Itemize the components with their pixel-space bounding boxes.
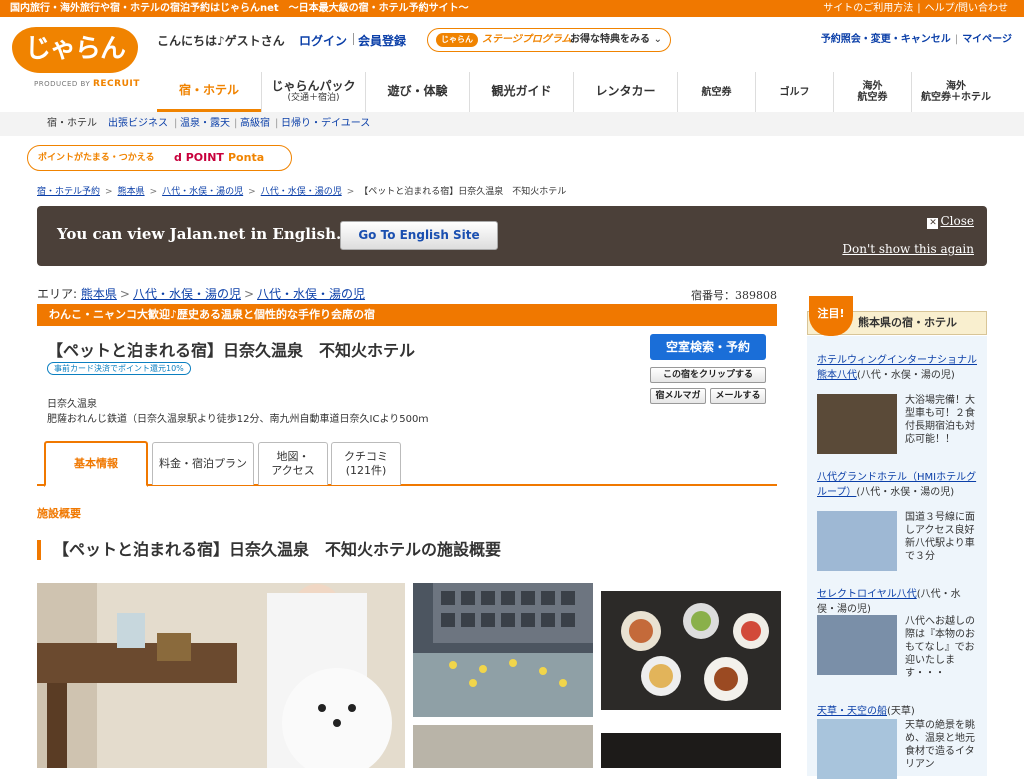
area-link[interactable]: 熊本県 [81, 287, 117, 301]
stage-program-label: ステージプログラム [482, 34, 572, 45]
top-links: サイトのご利用方法 | ヘルプ/問い合わせ [819, 0, 1012, 17]
mailmag-button[interactable]: 宿メルマガ [650, 388, 706, 404]
nav-air[interactable]: 航空券 [677, 72, 755, 112]
breadcrumb: 宿・ホテル予約 > 熊本県 > 八代・水俣・湯の児 > 八代・水俣・湯の児 > 【ペットと泊まれ… [37, 187, 567, 197]
bath-photo-illustration [413, 583, 593, 717]
hotel-number: 宿番号：389808 [691, 289, 777, 302]
onsen-name: 日奈久温泉 [47, 399, 97, 410]
subnav-luxury[interactable]: 高級宿 [240, 112, 270, 136]
points-banner[interactable]: ポイントがたまる・つかえる d POINT Ponta [27, 145, 292, 171]
nav-rentacar[interactable]: レンタカー [573, 72, 677, 112]
subnav-onsen[interactable]: 温泉・露天 [180, 112, 230, 136]
photo-meal[interactable] [601, 591, 781, 710]
site-tagline: 国内旅行・海外旅行や宿・ホテルの宿泊予約はじゃらんnet 〜日本最大級の宿・ホテ… [10, 3, 469, 14]
list-item: 天草・天空の船(天草) 天草の絶景を眺め、温泉と地元食材で造るイタリアン [817, 702, 979, 779]
breadcrumb-link[interactable]: 宿・ホテル予約 [37, 187, 100, 197]
close-icon: ✕ [927, 218, 939, 229]
nav-package[interactable]: じゃらんパック (交通＋宿泊) [261, 72, 365, 112]
greeting: こんにちは♪ゲストさん [157, 34, 285, 48]
nav-hotel[interactable]: 宿・ホテル [157, 72, 261, 112]
attention-badge: 注目! [809, 296, 853, 336]
sidebar-list: ホテルウィングインターナショナル熊本八代(八代・水俣・湯の児) 大浴場完備！大型… [807, 336, 987, 779]
nav-overseas-package[interactable]: 海外 航空券＋ホテル [911, 72, 1000, 112]
nav-overseas-air[interactable]: 海外 航空券 [833, 72, 911, 112]
breadcrumb-link[interactable]: 八代・水俣・湯の児 [261, 187, 342, 197]
register-link[interactable]: 会員登録 [358, 32, 406, 49]
area-link[interactable]: 八代・水俣・湯の児 [257, 287, 365, 301]
chevron-down-icon: ⌄ [653, 34, 662, 45]
nav-guide[interactable]: 観光ガイド [469, 72, 573, 112]
nav-golf[interactable]: ゴルフ [755, 72, 833, 112]
help-link[interactable]: ヘルプ/問い合わせ [921, 3, 1012, 14]
subnav-hotel[interactable]: 宿・ホテル [47, 112, 97, 136]
area-link[interactable]: 八代・水俣・湯の児 [133, 287, 241, 301]
main-photo-dog-room[interactable] [37, 583, 405, 768]
jalan-tag-icon: じゃらん [436, 33, 478, 47]
area-breadcrumb: エリア: 熊本県 > 八代・水俣・湯の児 > 八代・水俣・湯の児 [37, 287, 366, 301]
clip-button[interactable]: この宿をクリップする [650, 367, 766, 383]
hotel-catchcopy: わんこ・ニャンコ大歓迎♪歴史ある温泉と個性的な手作り会席の宿 [37, 304, 777, 326]
jalan-logo[interactable]: じゃらん [12, 27, 138, 73]
subnav-business[interactable]: 出張ビジネス [108, 112, 168, 136]
hotel-thumbnail[interactable] [817, 394, 897, 454]
close-banner-link[interactable]: ✕ Close [927, 214, 974, 229]
section-title: 【ペットと泊まれる宿】日奈久温泉 不知火ホテルの施設概要 [37, 540, 501, 560]
nav-activity[interactable]: 遊び・体験 [365, 72, 469, 112]
tab-plans[interactable]: 料金・宿泊プラン [152, 442, 254, 485]
vacancy-search-button[interactable]: 空室検索・予約 [650, 334, 766, 360]
hotel-name: 【ペットと泊まれる宿】日奈久温泉 不知火ホテル [47, 341, 416, 360]
list-item: 八代グランドホテル（HMIホテルグループ）(八代・水俣・湯の児) 国道３号線に面… [817, 468, 985, 571]
hotel-thumbnail[interactable] [817, 615, 897, 675]
photo-night[interactable] [601, 733, 781, 768]
hotel-link[interactable]: セレクトロイヤル八代 [817, 589, 917, 600]
photo-bath[interactable] [413, 583, 593, 717]
meal-photo-illustration [601, 591, 781, 710]
card-payment-badge: 事前カード決済でポイント還元10% [47, 362, 191, 375]
breadcrumb-link[interactable]: 熊本県 [118, 187, 145, 197]
stage-benefit-label: お得な特典をみる [570, 34, 650, 45]
subnav-dayuse[interactable]: 日帰り・デイユース [281, 112, 370, 136]
reservation-lookup-link[interactable]: 予約照会・変更・キャンセル [821, 34, 951, 45]
global-nav: 宿・ホテル じゃらんパック (交通＋宿泊) 遊び・体験 観光ガイド レンタカー 航… [157, 72, 1000, 112]
tab-basic-info[interactable]: 基本情報 [44, 441, 148, 487]
hotel-thumbnail[interactable] [817, 511, 897, 571]
english-banner: You can view Jalan.net in English. Go To… [37, 206, 987, 266]
top-bar: 国内旅行・海外旅行や宿・ホテルの宿泊予約はじゃらんnet 〜日本最大級の宿・ホテ… [0, 0, 1024, 17]
featured-sidebar: 熊本県の宿・ホテル 注目! ホテルウィングインターナショナル熊本八代(八代・水俣… [807, 296, 987, 779]
dog-photo-illustration [37, 583, 405, 768]
photo-room[interactable] [413, 725, 593, 768]
list-item: ホテルウィングインターナショナル熊本八代(八代・水俣・湯の児) 大浴場完備！大型… [817, 351, 979, 454]
section-label: 施設概要 [37, 507, 81, 520]
mypage-link[interactable]: マイページ [962, 34, 1012, 45]
hotel-thumbnail[interactable] [817, 719, 897, 779]
produced-by: PRODUCED BY RECRUIT [34, 79, 140, 89]
english-message: You can view Jalan.net in English. [57, 225, 342, 243]
how-to-use-link[interactable]: サイトのご利用方法 [819, 3, 917, 14]
dpoint-logo: d POINT [174, 151, 224, 164]
tab-map-access[interactable]: 地図・ アクセス [258, 442, 328, 485]
recruit-logo: RECRUIT [92, 79, 140, 89]
breadcrumb-link[interactable]: 八代・水俣・湯の児 [162, 187, 243, 197]
list-item: セレクトロイヤル八代(八代・水俣・湯の児) 八代へお越しの際は『本物のおもてなし… [817, 589, 975, 679]
hotel-link[interactable]: 天草・天空の船 [817, 706, 887, 717]
login-link[interactable]: ログイン [299, 32, 347, 49]
tab-reviews[interactable]: クチコミ (121件) [331, 442, 401, 485]
breadcrumb-current: 【ペットと泊まれる宿】日奈久温泉 不知火ホテル [359, 187, 567, 197]
sub-nav: 宿・ホテル 出張ビジネス | 温泉・露天 | 高級宿 | 日帰り・デイユース [0, 112, 1024, 136]
send-mail-button[interactable]: メールする [710, 388, 766, 404]
access-info: 肥薩おれんじ鉄道（日奈久温泉駅より徒歩12分、南九州自動車道日奈久ICより500… [47, 414, 429, 425]
dont-show-link[interactable]: Don't show this again [842, 242, 974, 256]
hotel-tabs: 基本情報 料金・宿泊プラン 地図・ アクセス クチコミ (121件) [37, 441, 777, 487]
account-links: 予約照会・変更・キャンセル | マイページ [820, 34, 1012, 45]
ponta-logo: Ponta [228, 151, 265, 164]
english-site-button[interactable]: Go To English Site [340, 221, 498, 250]
divider [353, 33, 354, 45]
stage-program-button[interactable]: じゃらん ステージプログラム お得な特典をみる ⌄ [427, 28, 671, 52]
